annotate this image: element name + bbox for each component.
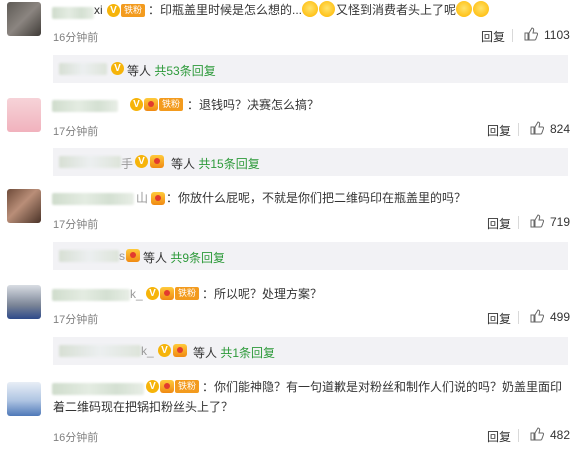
reply-username-tail: 手 bbox=[121, 157, 134, 171]
reply-summary-text: 等人 共9条回复 bbox=[143, 251, 226, 265]
username-blurred[interactable] bbox=[52, 193, 134, 205]
reply-username-tail: k_ bbox=[141, 344, 154, 358]
reply-summary-text: 等人 共15条回复 bbox=[171, 157, 260, 171]
verified-v-icon: V bbox=[158, 344, 171, 357]
comment-item: V 铁粉 ：退钱吗？决赛怎么搞？ 17分钟前 回复 824 bbox=[0, 92, 578, 142]
timestamp: 17分钟前 bbox=[53, 219, 99, 231]
emoji-icon bbox=[456, 1, 473, 17]
fan-badge: 铁粉 bbox=[159, 98, 184, 111]
comment-item: 山 ：你放什么屁呢，不就是你们把二维码印在瓶盖里的吗？ 17分钟前 回复 719 bbox=[0, 185, 578, 235]
avatar[interactable] bbox=[7, 98, 41, 132]
reply-username-blurred bbox=[59, 156, 121, 168]
comment-text: ：退钱吗？决赛怎么搞？ bbox=[187, 98, 320, 112]
reply-username-tail: s bbox=[119, 249, 125, 263]
username-blurred[interactable] bbox=[52, 100, 118, 112]
divider bbox=[512, 29, 513, 42]
verified-v-icon: V bbox=[130, 98, 143, 111]
verified-v-icon: V bbox=[107, 4, 120, 17]
fan-badge: 铁粉 bbox=[121, 4, 146, 17]
like-count: 719 bbox=[550, 215, 571, 229]
thumbs-up-icon[interactable] bbox=[530, 214, 544, 228]
verified-v-icon: V bbox=[146, 287, 159, 300]
reply-count-link[interactable]: 共53条回复 bbox=[154, 64, 215, 78]
comment-item: xi V 铁粉 ：印瓶盖里时候是怎么想的... 又怪到消费者头上了呢 16分钟前 … bbox=[0, 0, 578, 48]
thumbs-up-icon[interactable] bbox=[530, 427, 544, 441]
like-count: 1103 bbox=[544, 28, 570, 42]
verified-v-icon: V bbox=[135, 155, 148, 168]
like-count: 824 bbox=[550, 122, 571, 136]
comment-text: ：你们能神隐？有一句道歉是对粉丝和制作人们说的吗？奶盖里面印着二维码现在把锅扣粉… bbox=[53, 380, 563, 414]
timestamp: 16分钟前 bbox=[53, 32, 99, 44]
timestamp: 17分钟前 bbox=[53, 126, 99, 138]
reply-username-blurred bbox=[59, 345, 141, 357]
username-blurred[interactable] bbox=[52, 7, 94, 19]
reply-count-link[interactable]: 共9条回复 bbox=[170, 251, 225, 265]
reply-summary[interactable]: k_ V 等人 共1条回复 bbox=[53, 337, 568, 365]
comment-text: ：你放什么屁呢，不就是你们把二维码印在瓶盖里的吗？ bbox=[166, 191, 467, 205]
fan-medal-icon bbox=[126, 249, 140, 262]
reply-button[interactable]: 回复 bbox=[487, 215, 511, 232]
emoji-icon bbox=[319, 1, 336, 17]
avatar[interactable] bbox=[7, 382, 41, 416]
fan-medal-icon bbox=[144, 98, 158, 111]
verified-v-icon: V bbox=[111, 62, 124, 75]
timestamp: 16分钟前 bbox=[53, 432, 99, 444]
reply-summary-text: 等人 共53条回复 bbox=[127, 64, 216, 78]
username-blurred[interactable] bbox=[52, 289, 130, 301]
like-count: 482 bbox=[550, 428, 571, 442]
username-tail[interactable]: 山 bbox=[136, 188, 148, 208]
divider bbox=[518, 429, 519, 442]
thumbs-up-icon[interactable] bbox=[524, 27, 538, 41]
emoji-icon bbox=[473, 1, 490, 17]
reply-summary[interactable]: s 等人 共9条回复 bbox=[53, 242, 568, 270]
fan-medal-icon bbox=[151, 192, 165, 205]
comment-text: ：印瓶盖里时候是怎么想的... 又怪到消费者头上了呢 bbox=[148, 0, 490, 20]
avatar[interactable] bbox=[7, 285, 41, 319]
fan-medal-icon bbox=[173, 344, 187, 357]
reply-summary-text: 等人 共1条回复 bbox=[193, 346, 276, 360]
reply-button[interactable]: 回复 bbox=[487, 310, 511, 327]
timestamp: 17分钟前 bbox=[53, 314, 99, 326]
divider bbox=[518, 123, 519, 136]
username-tail[interactable]: k_ bbox=[130, 284, 143, 304]
fan-medal-icon bbox=[150, 155, 164, 168]
thumbs-up-icon[interactable] bbox=[530, 121, 544, 135]
reply-username-blurred bbox=[59, 250, 119, 262]
comment-item: V 铁粉 ：你们能神隐？有一句道歉是对粉丝和制作人们说的吗？奶盖里面印着二维码现… bbox=[0, 375, 578, 450]
thumbs-up-icon[interactable] bbox=[530, 309, 544, 323]
comment-item: k_ V 铁粉 ：所以呢？处理方案？ 17分钟前 回复 499 bbox=[0, 281, 578, 331]
fan-badge: 铁粉 bbox=[175, 287, 200, 300]
reply-summary[interactable]: V 等人 共53条回复 bbox=[53, 55, 568, 83]
reply-button[interactable]: 回复 bbox=[487, 428, 511, 445]
fan-medal-icon bbox=[160, 287, 174, 300]
reply-username-blurred bbox=[59, 63, 107, 75]
reply-count-link[interactable]: 共15条回复 bbox=[198, 157, 259, 171]
avatar[interactable] bbox=[7, 189, 41, 223]
reply-count-link[interactable]: 共1条回复 bbox=[220, 346, 275, 360]
avatar[interactable] bbox=[7, 2, 41, 36]
divider bbox=[518, 311, 519, 324]
reply-button[interactable]: 回复 bbox=[481, 28, 505, 45]
username-tail[interactable]: xi bbox=[94, 0, 103, 20]
emoji-icon bbox=[302, 1, 319, 17]
divider bbox=[518, 216, 519, 229]
reply-button[interactable]: 回复 bbox=[487, 122, 511, 139]
reply-summary[interactable]: 手 V 等人 共15条回复 bbox=[53, 148, 568, 176]
like-count: 499 bbox=[550, 310, 571, 324]
comment-text: ：所以呢？处理方案？ bbox=[202, 287, 323, 301]
